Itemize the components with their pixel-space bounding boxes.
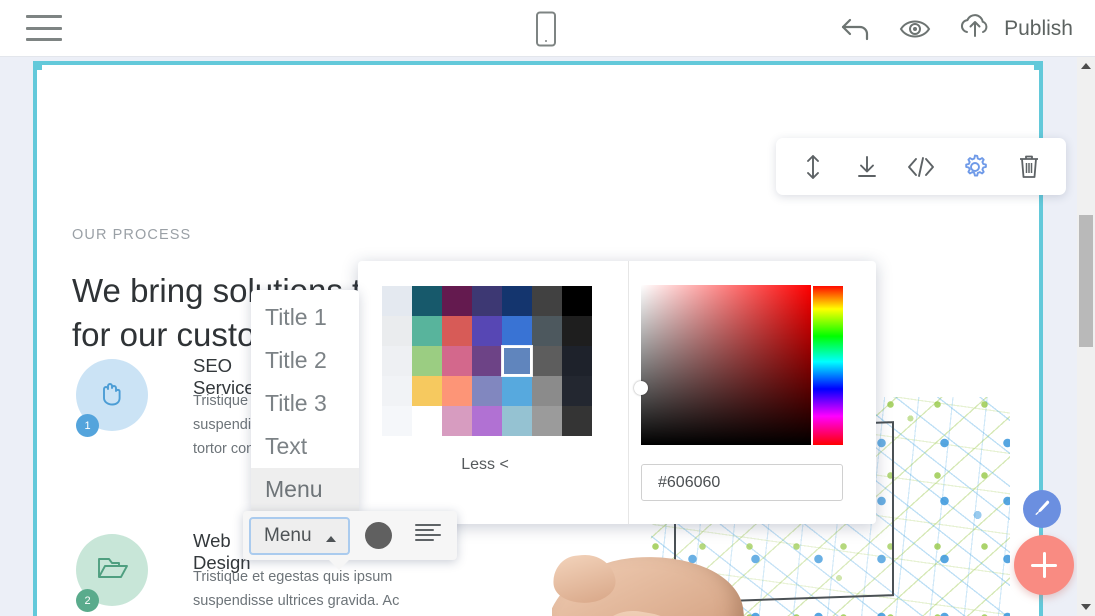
color-swatch[interactable]	[412, 376, 442, 406]
color-swatch[interactable]	[382, 286, 412, 316]
text-style-option[interactable]: Menu	[251, 468, 359, 511]
hex-color-input[interactable]: #606060	[641, 464, 843, 501]
color-swatch[interactable]	[442, 376, 472, 406]
color-swatch[interactable]	[562, 346, 592, 376]
undo-arrow-icon[interactable]	[840, 14, 872, 44]
feature-body-2: Tristique et egestas quis ipsum suspendi…	[193, 565, 421, 616]
color-swatch[interactable]	[442, 346, 472, 376]
color-swatch[interactable]	[442, 286, 472, 316]
selection-handle-tl[interactable]	[33, 61, 42, 70]
text-style-select[interactable]: Menu	[249, 517, 350, 555]
add-block-button[interactable]	[1014, 535, 1074, 595]
feature-icon-circle-1: 1	[76, 359, 148, 431]
color-swatch[interactable]	[502, 346, 532, 376]
color-swatch[interactable]	[412, 316, 442, 346]
saturation-value-handle[interactable]	[634, 381, 648, 395]
color-swatch[interactable]	[502, 376, 532, 406]
app-root: Publish 1 SEO Services Tristique et	[0, 0, 1095, 616]
color-swatch[interactable]	[532, 346, 562, 376]
color-swatch[interactable]	[382, 346, 412, 376]
color-picker-panel: Less < #606060	[358, 261, 876, 524]
caret-up-icon	[326, 536, 336, 542]
hue-slider-handle[interactable]	[813, 281, 843, 286]
paintbrush-icon	[1032, 497, 1052, 522]
scroll-up-arrow[interactable]	[1077, 57, 1095, 75]
color-swatch[interactable]	[382, 376, 412, 406]
text-style-option[interactable]: Title 3	[251, 382, 359, 425]
color-swatch[interactable]	[472, 406, 502, 436]
top-bar-actions: Publish	[840, 0, 1073, 57]
color-swatch[interactable]	[502, 316, 532, 346]
selection-handle-tr[interactable]	[1034, 61, 1043, 70]
cloud-upload-icon	[958, 12, 992, 45]
color-swatch[interactable]	[502, 406, 532, 436]
move-vertical-icon[interactable]	[796, 150, 830, 184]
color-swatch[interactable]	[382, 316, 412, 346]
color-swatch[interactable]	[502, 286, 532, 316]
folder-icon	[94, 552, 130, 589]
text-style-option[interactable]: Title 2	[251, 339, 359, 382]
hue-slider[interactable]	[813, 285, 843, 445]
eye-preview-icon[interactable]	[898, 16, 932, 42]
mobile-device-icon[interactable]	[533, 11, 559, 47]
feature-badge-2: 2	[76, 589, 99, 612]
section-eyebrow: OUR PROCESS	[72, 227, 191, 243]
code-icon[interactable]	[904, 150, 938, 184]
color-swatch[interactable]	[562, 316, 592, 346]
download-icon[interactable]	[850, 150, 884, 184]
color-swatch[interactable]	[562, 376, 592, 406]
text-style-select-value: Menu	[264, 525, 312, 547]
color-swatch[interactable]	[532, 376, 562, 406]
publish-button[interactable]: Publish	[958, 12, 1073, 45]
toolbar-pointer	[328, 559, 350, 570]
color-swatch[interactable]	[472, 376, 502, 406]
text-style-option[interactable]: Title 1	[251, 296, 359, 339]
align-left-icon[interactable]	[414, 522, 442, 549]
settings-gear-icon[interactable]	[958, 150, 992, 184]
scrollbar-thumb[interactable]	[1079, 215, 1093, 347]
block-toolbar	[776, 138, 1066, 195]
trash-icon[interactable]	[1012, 150, 1046, 184]
saturation-value-area[interactable]	[641, 285, 811, 445]
scroll-down-arrow[interactable]	[1077, 598, 1095, 616]
color-swatch[interactable]	[412, 346, 442, 376]
color-swatch[interactable]	[442, 406, 472, 436]
color-swatch[interactable]	[532, 406, 562, 436]
hand-icon	[95, 376, 129, 415]
color-swatch[interactable]	[412, 406, 442, 436]
text-style-dropdown: Title 1Title 2Title 3TextMenu	[251, 290, 359, 511]
color-swatch[interactable]	[382, 406, 412, 436]
feature-icon-circle-2: 2	[76, 534, 148, 606]
feature-badge-1: 1	[76, 414, 99, 437]
color-picker-custom-section: #606060	[629, 261, 876, 524]
color-swatch-grid	[382, 286, 592, 436]
color-swatch[interactable]	[472, 286, 502, 316]
hamburger-icon[interactable]	[26, 15, 62, 41]
style-brush-button[interactable]	[1023, 490, 1061, 528]
text-format-toolbar: Menu	[243, 511, 457, 560]
vertical-scrollbar[interactable]	[1077, 57, 1095, 616]
color-swatch[interactable]	[472, 346, 502, 376]
color-picker-palette-section: Less <	[358, 261, 628, 524]
publish-label: Publish	[1004, 17, 1073, 41]
text-style-option[interactable]: Text	[251, 425, 359, 468]
color-swatch[interactable]	[472, 316, 502, 346]
color-swatch[interactable]	[532, 316, 562, 346]
color-swatch[interactable]	[532, 286, 562, 316]
color-swatch[interactable]	[562, 406, 592, 436]
color-swatch[interactable]	[412, 286, 442, 316]
text-color-swatch[interactable]	[365, 522, 392, 549]
top-bar: Publish	[0, 0, 1095, 57]
color-swatch[interactable]	[442, 316, 472, 346]
less-toggle-link[interactable]: Less <	[358, 456, 612, 474]
color-swatch[interactable]	[562, 286, 592, 316]
